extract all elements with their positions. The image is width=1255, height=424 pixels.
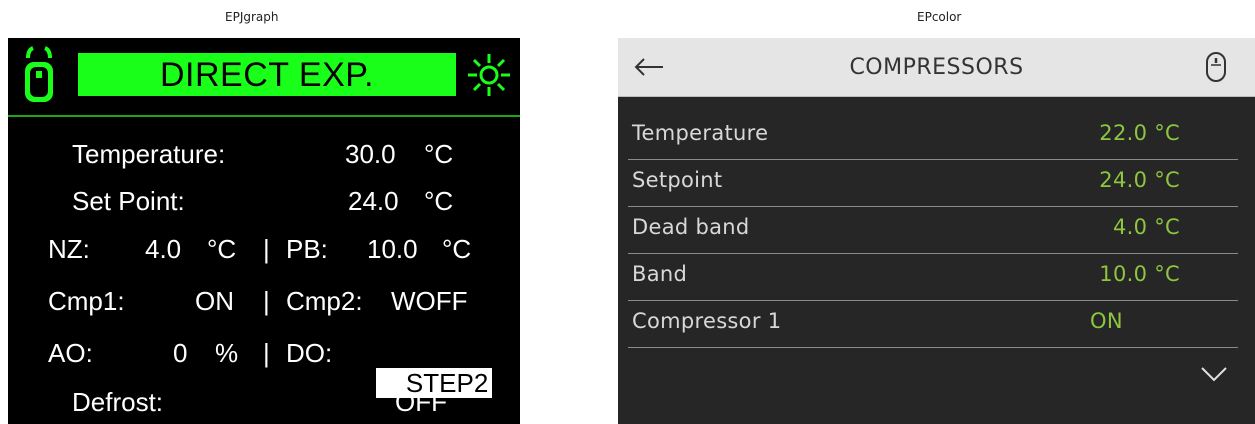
row-value: ON xyxy=(1090,309,1123,333)
row-value: 24.0 °C xyxy=(1099,168,1180,192)
top-bar: COMPRESSORS xyxy=(618,38,1255,97)
separator: | xyxy=(263,286,270,316)
set-point-value: 24.0 xyxy=(348,186,399,216)
row-label: Compressor 1 xyxy=(632,309,782,333)
do-label: DO: xyxy=(286,338,333,368)
defrost-value: OFF xyxy=(395,387,447,417)
lcd-title: DIRECT EXP. xyxy=(78,53,456,96)
lcd-divider xyxy=(8,115,520,117)
lcd-header: DIRECT EXP. xyxy=(8,38,520,117)
cmp1-label: Cmp1: xyxy=(48,286,125,316)
list-item[interactable]: Dead band 4.0 °C xyxy=(628,207,1238,254)
defrost-label: Defrost: xyxy=(72,387,164,417)
nz-value: 4.0 xyxy=(145,234,182,264)
ao-unit: % xyxy=(215,338,239,368)
separator: | xyxy=(263,234,270,264)
mouse-icon[interactable] xyxy=(1205,51,1227,83)
epjgraph-caption: EPJgraph xyxy=(225,10,279,24)
pb-label: PB: xyxy=(286,234,328,264)
row-label: Temperature xyxy=(632,121,769,145)
temperature-value: 30.0 xyxy=(345,139,396,169)
pb-unit: °C xyxy=(442,234,472,264)
temperature-unit: °C xyxy=(424,139,454,169)
list-item[interactable]: Temperature 22.0 °C xyxy=(628,113,1238,160)
epcolor-caption: EPcolor xyxy=(917,10,962,24)
separator: | xyxy=(263,338,270,368)
ao-value: 0 xyxy=(173,338,188,368)
nz-unit: °C xyxy=(207,234,237,264)
cmp2-value: WOFF xyxy=(391,286,468,316)
epcolor-screen: COMPRESSORS Temperature 22.0 °C Setpoint… xyxy=(618,38,1255,424)
cmp2-label: Cmp2: xyxy=(286,286,363,316)
row-value: 22.0 °C xyxy=(1099,121,1180,145)
row-label: Band xyxy=(632,262,688,286)
ao-label: AO: xyxy=(48,338,93,368)
row-label: Setpoint xyxy=(632,168,723,192)
set-point-unit: °C xyxy=(424,186,454,216)
list-item[interactable]: Setpoint 24.0 °C xyxy=(628,160,1238,207)
row-value: 4.0 °C xyxy=(1112,215,1180,239)
pb-value: 10.0 xyxy=(367,234,418,264)
epjgraph-screen: DIRECT EXP. Temperature: 30.0 °C Set Poi… xyxy=(8,38,520,424)
sun-icon xyxy=(468,54,510,96)
row-value: 10.0 °C xyxy=(1099,262,1180,286)
screen-title: COMPRESSORS xyxy=(849,55,1024,80)
chevron-down-icon[interactable] xyxy=(1200,366,1228,382)
cmp1-value: ON xyxy=(195,286,234,316)
list-item[interactable]: Compressor 1 ON xyxy=(628,301,1238,348)
list-item[interactable]: Band 10.0 °C xyxy=(628,254,1238,301)
temperature-label: Temperature: xyxy=(72,139,226,169)
mouse-icon xyxy=(25,46,53,102)
nz-label: NZ: xyxy=(48,234,90,264)
row-label: Dead band xyxy=(632,215,750,239)
set-point-label: Set Point: xyxy=(72,186,185,216)
